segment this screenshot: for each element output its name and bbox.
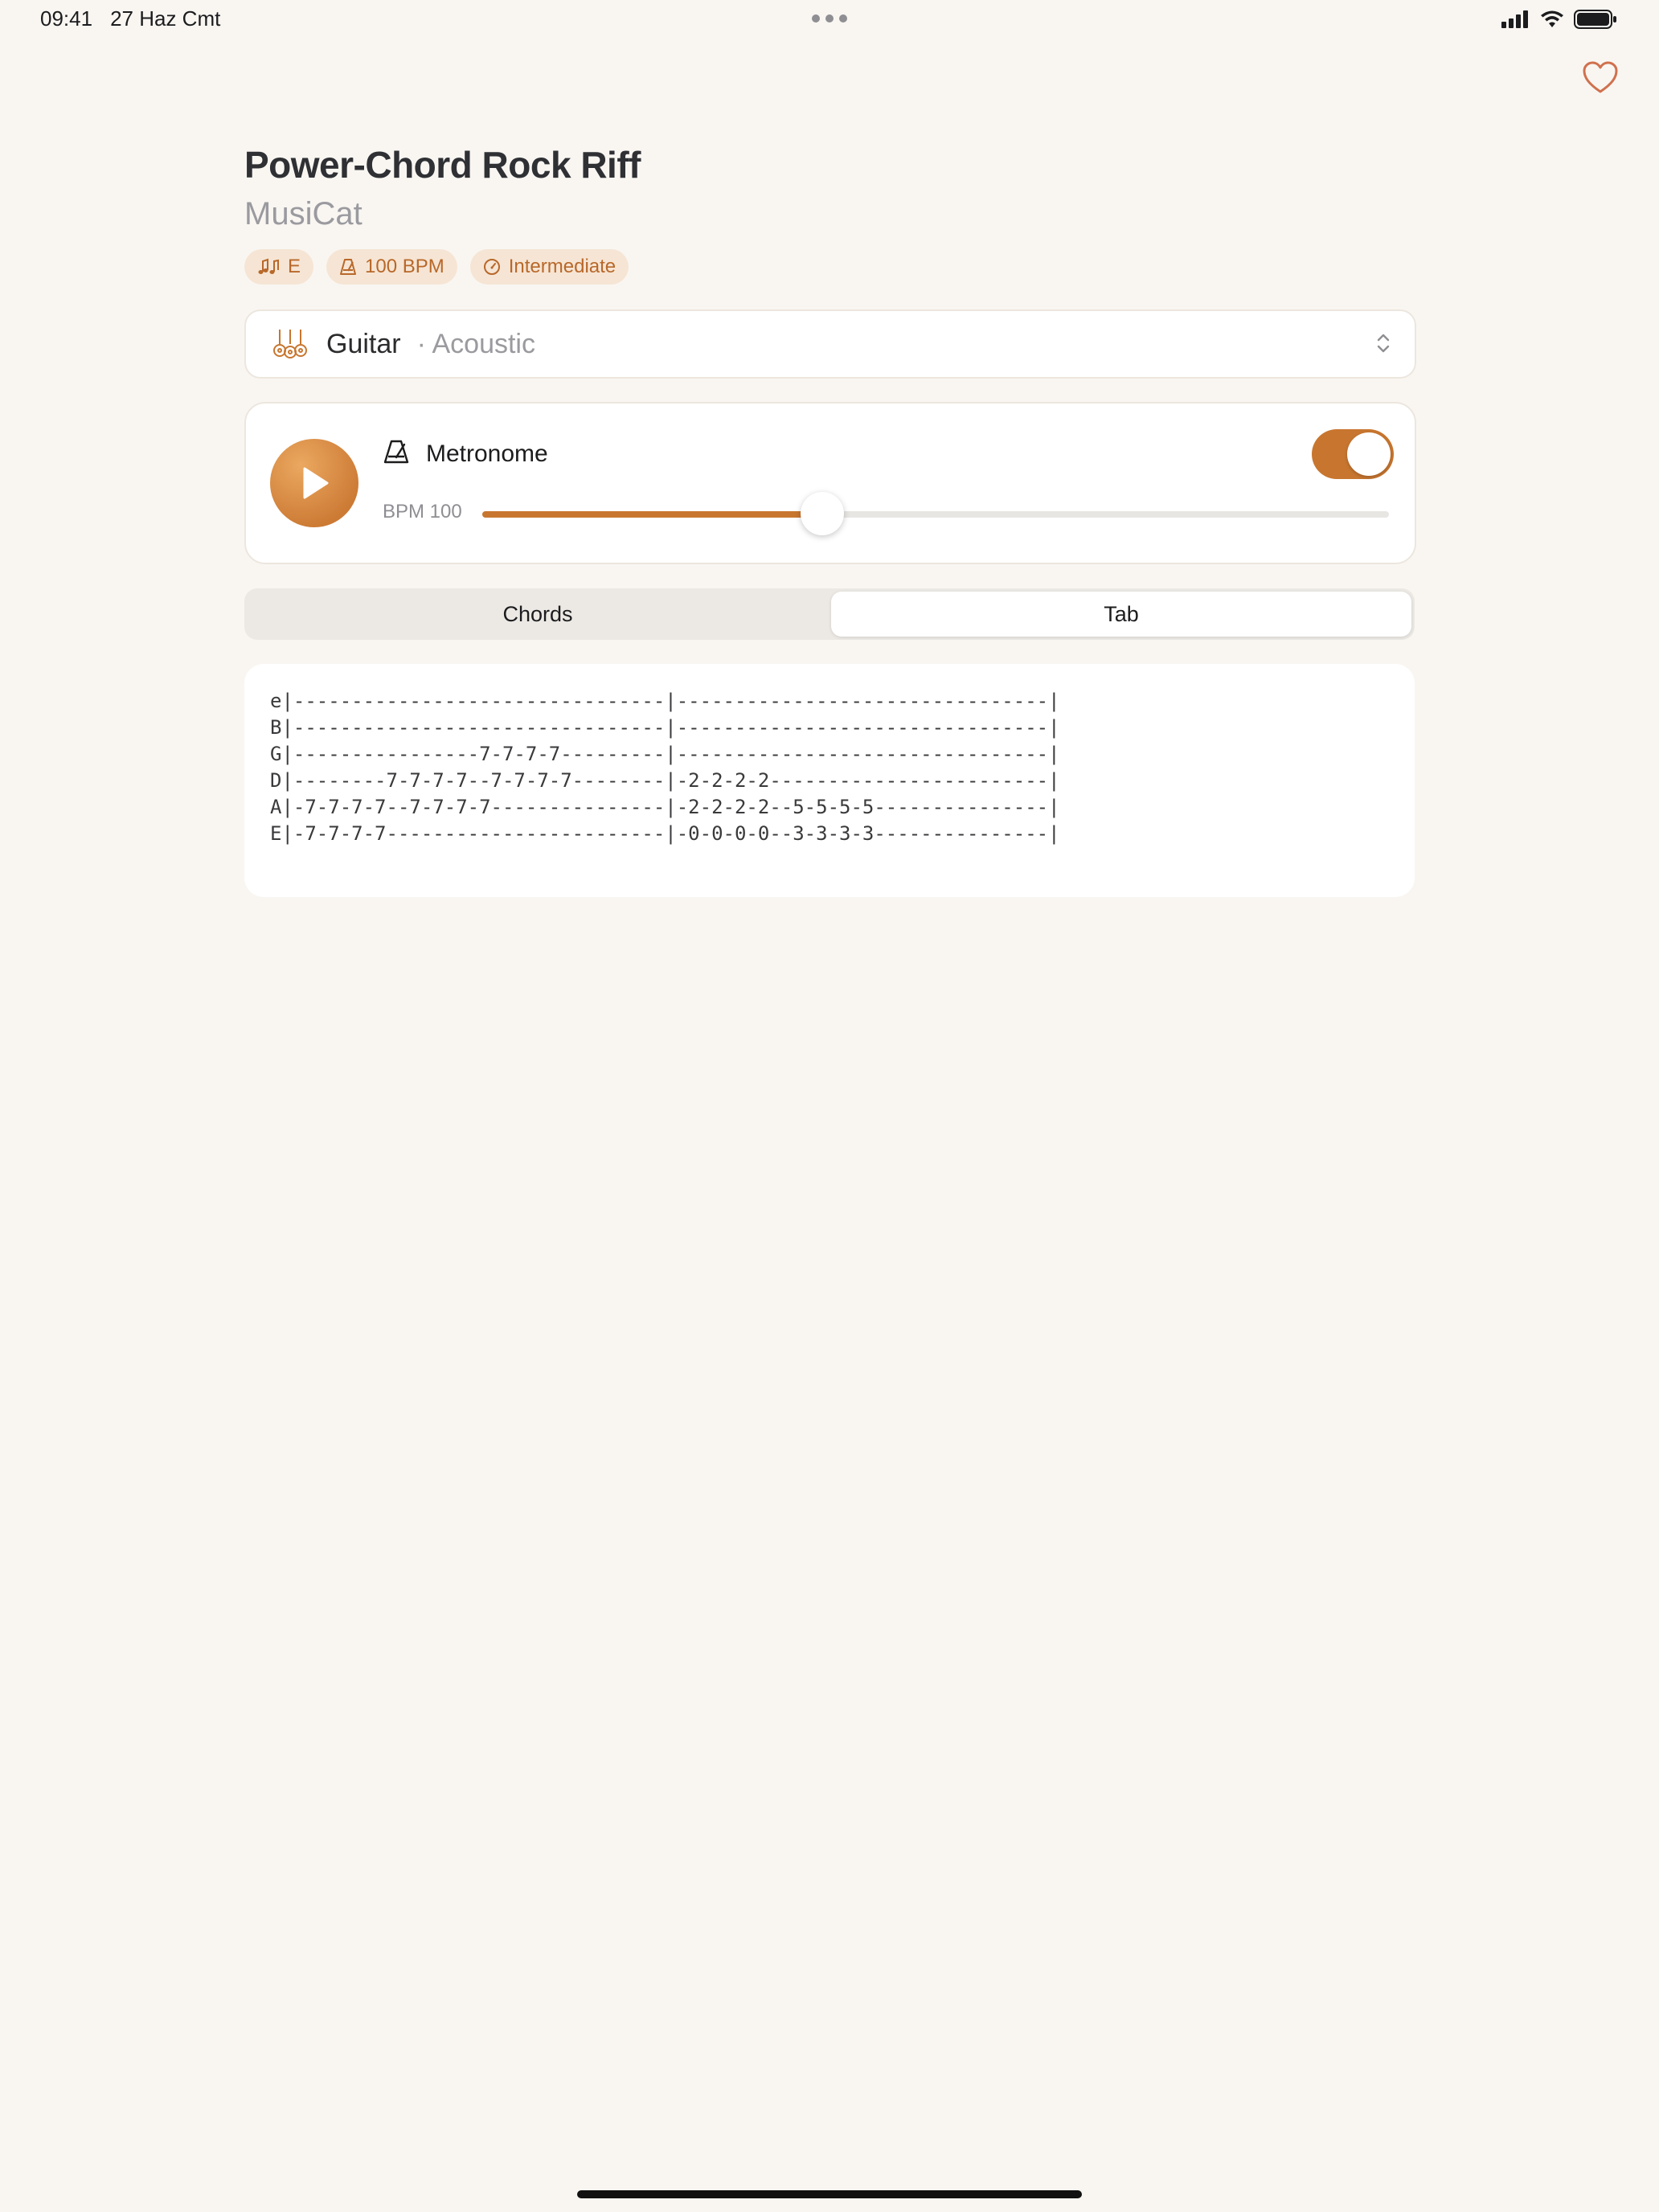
- bpm-slider-fill: [482, 511, 822, 518]
- tab-line: G|----------------7-7-7-7---------|-----…: [270, 743, 1060, 765]
- instrument-picker[interactable]: Guitar · Acoustic: [244, 309, 1416, 379]
- status-time: 09:41: [40, 6, 93, 31]
- metronome-icon: [383, 440, 409, 464]
- tablature-card: e|--------------------------------|-----…: [244, 664, 1415, 897]
- song-artist: MusiCat: [244, 196, 363, 231]
- guitars-icon: [273, 330, 307, 358]
- tab-tab[interactable]: Tab: [831, 592, 1411, 637]
- wifi-icon: [1541, 10, 1563, 27]
- home-indicator[interactable]: [577, 2190, 1082, 2198]
- view-switcher: Chords Tab: [244, 588, 1415, 640]
- tab-line: e|--------------------------------|-----…: [270, 690, 1060, 712]
- play-button[interactable]: [270, 439, 358, 527]
- bpm-slider[interactable]: [482, 492, 1389, 535]
- song-tags: E 100 BPM Intermediate: [244, 249, 629, 285]
- metronome-label: Metronome: [426, 440, 548, 467]
- metronome-card: Metronome BPM 100: [244, 402, 1416, 564]
- battery-icon: [1574, 10, 1616, 29]
- gauge-icon: [483, 259, 500, 275]
- play-icon: [303, 467, 329, 499]
- key-tag: E: [244, 249, 314, 285]
- tab-line: A|-7-7-7-7--7-7-7-7---------------|-2-2-…: [270, 796, 1060, 818]
- status-date: 27 Haz Cmt: [110, 6, 221, 31]
- cellular-signal-icon: [1501, 10, 1528, 28]
- tab-line: D|--------7-7-7-7--7-7-7-7--------|-2-2-…: [270, 769, 1060, 792]
- metronome-toggle[interactable]: [1312, 429, 1394, 479]
- ellipsis-icon[interactable]: [812, 14, 847, 23]
- toggle-knob: [1347, 432, 1391, 476]
- key-tag-label: E: [288, 256, 301, 277]
- bpm-slider-thumb[interactable]: [801, 492, 844, 535]
- metronome-icon: [340, 259, 357, 275]
- bpm-label: BPM 100: [383, 501, 462, 522]
- status-bar-left: 09:41 27 Haz Cmt: [40, 6, 220, 31]
- tab-line: E|-7-7-7-7------------------------|-0-0-…: [270, 822, 1060, 845]
- tempo-tag: 100 BPM: [326, 249, 457, 285]
- status-bar-right: [1501, 10, 1617, 29]
- instrument-name: Guitar: [326, 328, 401, 359]
- level-tag: Intermediate: [469, 249, 629, 285]
- level-tag-label: Intermediate: [508, 256, 616, 277]
- tab-line: B|--------------------------------|-----…: [270, 716, 1060, 739]
- instrument-variant: · Acoustic: [416, 328, 535, 359]
- tab-chords[interactable]: Chords: [248, 592, 828, 637]
- song-title: Power-Chord Rock Riff: [244, 144, 641, 186]
- tempo-tag-label: 100 BPM: [365, 256, 444, 277]
- heart-icon[interactable]: [1582, 59, 1619, 96]
- chevron-up-down-icon: [1377, 334, 1390, 353]
- tablature: e|--------------------------------|-----…: [270, 688, 1060, 847]
- music-notes-icon: [258, 258, 279, 274]
